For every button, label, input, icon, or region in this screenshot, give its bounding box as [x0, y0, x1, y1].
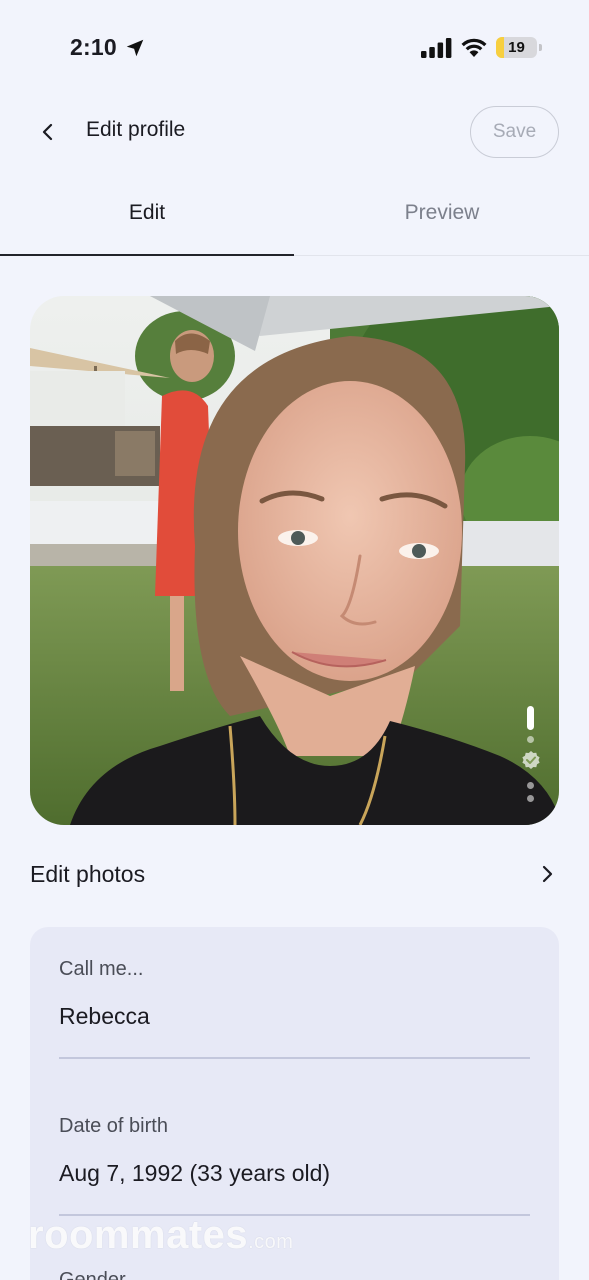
tab-edit[interactable]: Edit — [0, 180, 294, 255]
chevron-left-icon — [42, 123, 53, 141]
back-button[interactable] — [30, 114, 66, 150]
verified-check-icon — [522, 751, 540, 769]
save-button[interactable]: Save — [470, 106, 559, 158]
field-label: Call me... — [59, 958, 144, 980]
photo-pager-indicator — [521, 706, 541, 806]
pager-dot — [527, 795, 534, 802]
watermark-logo: roommates.com — [28, 1213, 293, 1258]
active-tab-indicator — [0, 254, 294, 256]
field-value: Aug 7, 1992 (33 years old) — [59, 1160, 331, 1186]
status-bar: 2:10 19 — [0, 0, 589, 96]
field-value: Rebecca — [59, 1003, 150, 1029]
page-title: Edit profile — [86, 118, 186, 141]
field-call-me[interactable]: Call me... Rebecca — [59, 958, 530, 1030]
battery-tip — [539, 44, 542, 51]
tab-bar: Edit Preview — [0, 180, 589, 256]
location-arrow-icon — [126, 39, 144, 57]
pager-dot — [527, 736, 534, 743]
edit-photos-row[interactable]: Edit photos — [30, 846, 559, 902]
field-label: Date of birth — [59, 1115, 168, 1137]
battery-level: 19 — [508, 39, 525, 56]
status-time: 2:10 — [70, 34, 117, 60]
profile-photo[interactable] — [30, 296, 559, 825]
battery-icon: 19 — [496, 37, 537, 58]
header: Edit profile Save — [0, 96, 589, 170]
watermark-suffix: .com — [248, 1231, 294, 1253]
edit-photos-label: Edit photos — [30, 860, 146, 887]
watermark-brand: roommates — [28, 1213, 249, 1257]
pager-dot — [527, 782, 534, 789]
wifi-icon — [461, 38, 487, 57]
field-date-of-birth[interactable]: Date of birth Aug 7, 1992 (33 years old) — [59, 1115, 530, 1187]
cellular-signal-icon — [421, 38, 452, 58]
field-divider — [59, 1057, 530, 1059]
chevron-right-icon — [535, 862, 559, 886]
field-gender[interactable]: Gender — [59, 1269, 530, 1280]
field-label: Gender — [59, 1269, 126, 1280]
tab-preview[interactable]: Preview — [295, 180, 589, 255]
profile-photo-image — [30, 296, 559, 825]
pager-dot-active — [527, 706, 534, 730]
